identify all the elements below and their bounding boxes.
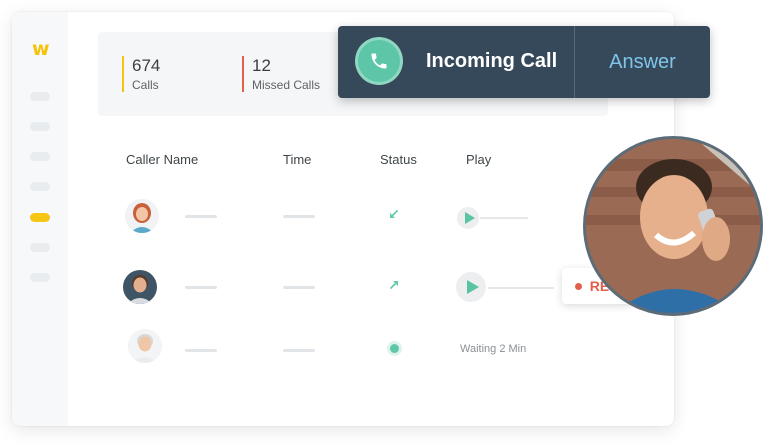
call-time-placeholder (283, 286, 315, 289)
header-play: Play (466, 152, 492, 167)
stat-label: Missed Calls (252, 78, 321, 92)
sidebar-item-2[interactable] (30, 122, 50, 131)
sidebar: w (12, 12, 68, 426)
outgoing-arrow-icon: ↗ (388, 278, 400, 294)
header-time: Time (283, 152, 312, 167)
sidebar-item-1[interactable] (30, 92, 50, 101)
caller-name-placeholder (185, 349, 217, 352)
sidebar-item-3[interactable] (30, 152, 50, 161)
header-status: Status (380, 152, 417, 167)
sidebar-item-active[interactable] (30, 213, 50, 222)
sidebar-item-4[interactable] (30, 182, 50, 191)
sidebar-item-6[interactable] (30, 243, 50, 252)
waiting-time: Waiting 2 Min (460, 343, 527, 355)
call-time-placeholder (283, 215, 315, 218)
caller-avatar[interactable] (123, 270, 157, 304)
stat-label: Calls (132, 78, 159, 92)
stat-value: 12 (252, 56, 271, 75)
incoming-call-title: Incoming Call (426, 50, 558, 72)
stat-value: 674 (132, 56, 161, 75)
call-time-placeholder (283, 349, 315, 352)
caller-name-placeholder (185, 286, 217, 289)
stat-missed-calls: 12 Missed Calls (242, 56, 320, 92)
stat-accent-bar (242, 56, 244, 92)
phone-icon (358, 40, 400, 82)
play-button[interactable] (457, 207, 479, 229)
stat-accent-bar (122, 56, 124, 92)
play-button[interactable] (456, 272, 486, 302)
waiting-status-icon (390, 344, 399, 353)
caller-photo (583, 136, 763, 316)
play-icon (466, 280, 479, 294)
record-dot-icon (574, 282, 582, 290)
app-logo[interactable]: w (32, 38, 50, 60)
caller-avatar[interactable] (128, 329, 162, 363)
sidebar-item-7[interactable] (30, 273, 50, 282)
incoming-call-banner: Incoming Call Answer (338, 26, 710, 98)
caller-avatar[interactable] (125, 199, 159, 233)
answer-button[interactable]: Answer (575, 26, 710, 98)
play-icon (464, 212, 475, 224)
incoming-arrow-icon: ↙ (388, 207, 400, 223)
header-caller-name: Caller Name (126, 152, 199, 167)
stat-calls: 674 Calls (122, 56, 160, 92)
caller-name-placeholder (185, 215, 217, 218)
audio-track[interactable] (488, 287, 554, 289)
audio-track[interactable] (480, 217, 528, 219)
